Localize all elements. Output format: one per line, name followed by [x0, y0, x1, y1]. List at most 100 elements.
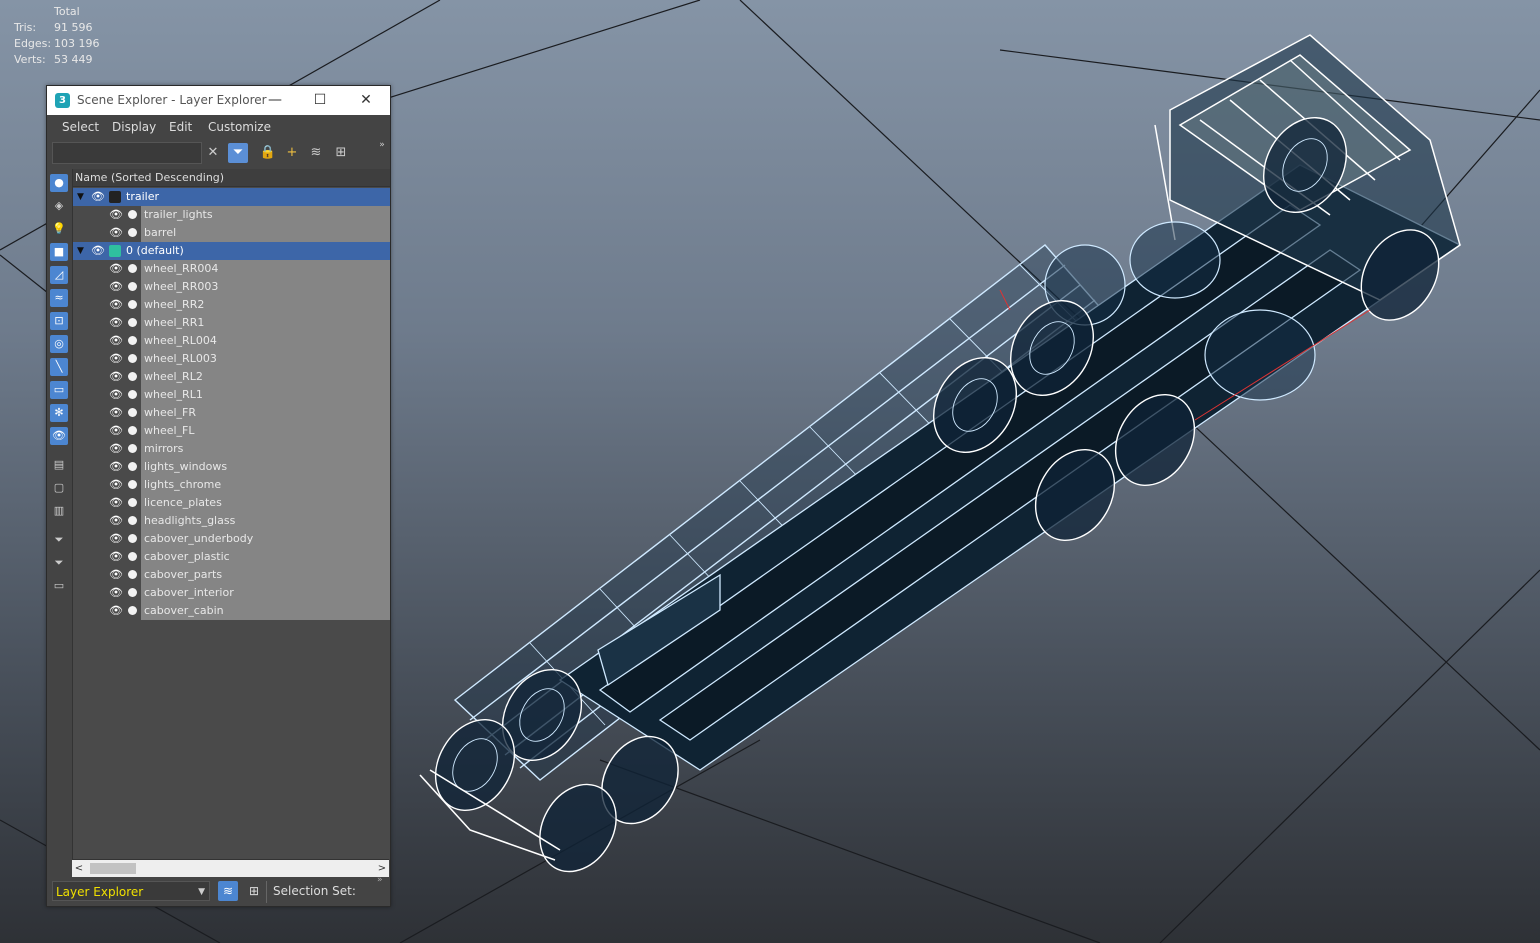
- object-row[interactable]: 👁 wheel_RL2: [73, 368, 390, 386]
- visibility-eye-icon[interactable]: 👁: [109, 332, 123, 350]
- visibility-eye-icon[interactable]: 👁: [109, 314, 123, 332]
- visibility-eye-icon[interactable]: 👁: [109, 476, 123, 494]
- visibility-eye-icon[interactable]: 👁: [109, 494, 123, 512]
- expand-arrow-icon[interactable]: ▼: [77, 242, 87, 260]
- menu-display[interactable]: Display: [112, 120, 156, 134]
- layer-row[interactable]: ▼ 👁 trailer: [73, 188, 390, 206]
- visibility-eye-icon[interactable]: 👁: [109, 296, 123, 314]
- sort-by-layers-icon[interactable]: ≋: [218, 881, 238, 901]
- object-row[interactable]: 👁 mirrors: [73, 440, 390, 458]
- clear-search-icon[interactable]: ✕: [203, 143, 223, 163]
- minimize-button[interactable]: —: [260, 90, 290, 110]
- cameras-icon[interactable]: ■: [50, 243, 68, 261]
- selection-set-icon[interactable]: ▭: [50, 577, 68, 595]
- visibility-eye-icon[interactable]: 👁: [91, 242, 105, 260]
- object-row[interactable]: 👁 wheel_RL003: [73, 350, 390, 368]
- hierarchy-icon[interactable]: ⊞: [331, 143, 351, 163]
- visibility-eye-icon[interactable]: 👁: [109, 224, 123, 242]
- visibility-eye-icon[interactable]: 👁: [109, 278, 123, 296]
- object-row[interactable]: 👁 trailer_lights: [73, 206, 390, 224]
- hidden-icon[interactable]: 👁: [50, 427, 68, 445]
- column-header-name[interactable]: Name (Sorted Descending): [73, 169, 390, 187]
- menu-edit[interactable]: Edit: [169, 120, 192, 134]
- menu-select[interactable]: Select: [62, 120, 99, 134]
- layer-stack-icon: [109, 191, 121, 203]
- shapes-icon[interactable]: ◈: [50, 197, 68, 215]
- visibility-eye-icon[interactable]: 👁: [109, 458, 123, 476]
- layers-icon[interactable]: ≋: [306, 143, 326, 163]
- spacewarps-icon[interactable]: ≈: [50, 289, 68, 307]
- search-input[interactable]: [52, 142, 202, 164]
- geometry-dot-icon: [128, 354, 137, 363]
- visibility-eye-icon[interactable]: 👁: [109, 512, 123, 530]
- geometry-icon[interactable]: ●: [50, 174, 68, 192]
- visibility-eye-icon[interactable]: 👁: [109, 440, 123, 458]
- object-row[interactable]: 👁 headlights_glass: [73, 512, 390, 530]
- object-row[interactable]: 👁 cabover_cabin: [73, 602, 390, 620]
- object-row[interactable]: 👁 wheel_RL1: [73, 386, 390, 404]
- close-button[interactable]: ✕: [351, 90, 381, 110]
- object-row[interactable]: 👁 cabover_plastic: [73, 548, 390, 566]
- toolbar-overflow-icon[interactable]: »: [372, 135, 392, 155]
- object-row[interactable]: 👁 cabover_interior: [73, 584, 390, 602]
- scroll-left-icon[interactable]: <: [72, 860, 86, 877]
- xrefs-icon[interactable]: ◎: [50, 335, 68, 353]
- helpers-icon[interactable]: ◿: [50, 266, 68, 284]
- layer-tree: ▼ 👁 trailer 👁 trailer_lights 👁 barrel ▼ 👁 0 (defa…: [73, 188, 390, 620]
- filter-icon[interactable]: ⏷: [228, 143, 248, 163]
- add-layer-icon[interactable]: +: [282, 143, 302, 163]
- visibility-eye-icon[interactable]: 👁: [109, 584, 123, 602]
- groups-icon[interactable]: ⊡: [50, 312, 68, 330]
- object-row[interactable]: 👁 wheel_RL004: [73, 332, 390, 350]
- scroll-thumb[interactable]: [90, 863, 136, 874]
- visibility-eye-icon[interactable]: 👁: [109, 602, 123, 620]
- visibility-eye-icon[interactable]: 👁: [109, 566, 123, 584]
- object-row[interactable]: 👁 wheel_RR1: [73, 314, 390, 332]
- object-name: licence_plates: [144, 496, 222, 509]
- visibility-eye-icon[interactable]: 👁: [109, 530, 123, 548]
- bottom-overflow-icon[interactable]: »: [377, 875, 383, 885]
- object-row[interactable]: 👁 wheel_RR004: [73, 260, 390, 278]
- layer-row[interactable]: ▼ 👁 0 (default): [73, 242, 390, 260]
- object-row[interactable]: 👁 wheel_RR2: [73, 296, 390, 314]
- visibility-eye-icon[interactable]: 👁: [109, 404, 123, 422]
- selection-set-label[interactable]: Selection Set:: [273, 884, 356, 898]
- object-row[interactable]: 👁 licence_plates: [73, 494, 390, 512]
- object-row[interactable]: 👁 wheel_FL: [73, 422, 390, 440]
- visibility-eye-icon[interactable]: 👁: [91, 188, 105, 206]
- horizontal-scrollbar[interactable]: < >: [72, 859, 389, 877]
- scene-explorer-window[interactable]: 3 Scene Explorer - Layer Explorer — ☐ ✕ …: [46, 85, 391, 907]
- filter-icon[interactable]: ⏷: [50, 554, 68, 572]
- object-row[interactable]: 👁 lights_chrome: [73, 476, 390, 494]
- visibility-eye-icon[interactable]: 👁: [109, 260, 123, 278]
- object-row[interactable]: 👁 lights_windows: [73, 458, 390, 476]
- visibility-eye-icon[interactable]: 👁: [109, 386, 123, 404]
- invert-icon[interactable]: ▥: [50, 502, 68, 520]
- visibility-eye-icon[interactable]: 👁: [109, 368, 123, 386]
- bones-icon[interactable]: ╲: [50, 358, 68, 376]
- object-row[interactable]: 👁 cabover_underbody: [73, 530, 390, 548]
- maximize-button[interactable]: ☐: [305, 90, 335, 110]
- sort-by-hierarchy-icon[interactable]: ⊞: [244, 881, 264, 901]
- visibility-eye-icon[interactable]: 👁: [109, 422, 123, 440]
- object-row[interactable]: 👁 cabover_parts: [73, 566, 390, 584]
- object-row[interactable]: 👁 wheel_FR: [73, 404, 390, 422]
- lights-icon[interactable]: 💡: [50, 220, 68, 238]
- object-row[interactable]: 👁 barrel: [73, 224, 390, 242]
- lock-icon[interactable]: 🔒: [258, 143, 278, 163]
- menu-customize[interactable]: Customize: [208, 120, 271, 134]
- expand-arrow-icon[interactable]: ▼: [77, 188, 87, 206]
- containers-icon[interactable]: ▭: [50, 381, 68, 399]
- visibility-eye-icon[interactable]: 👁: [109, 548, 123, 566]
- visibility-eye-icon[interactable]: 👁: [109, 350, 123, 368]
- explorer-type-dropdown[interactable]: Layer Explorer ▼: [52, 881, 210, 901]
- truck-wireframe[interactable]: [419, 34, 1462, 885]
- layer-list-panel[interactable]: Name (Sorted Descending) ▼ 👁 trailer 👁 trail…: [72, 169, 390, 859]
- display-none-icon[interactable]: ▢: [50, 479, 68, 497]
- window-titlebar[interactable]: 3 Scene Explorer - Layer Explorer — ☐ ✕: [47, 86, 390, 115]
- visibility-eye-icon[interactable]: 👁: [109, 206, 123, 224]
- display-all-icon[interactable]: ▤: [50, 456, 68, 474]
- filter-settings-icon[interactable]: ⏷: [50, 531, 68, 549]
- frozen-icon[interactable]: ✻: [50, 404, 68, 422]
- object-row[interactable]: 👁 wheel_RR003: [73, 278, 390, 296]
